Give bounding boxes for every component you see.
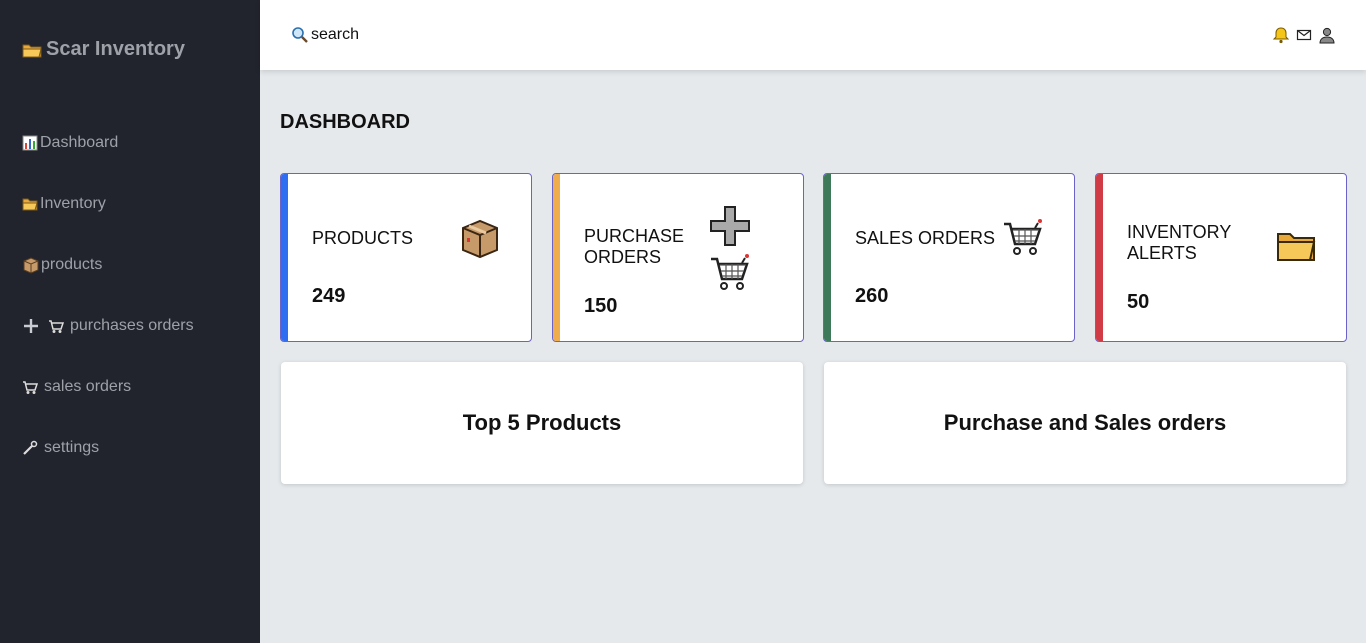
sidebar-item-sales-orders[interactable]: sales orders [22, 378, 131, 396]
bell-icon[interactable] [1272, 26, 1290, 44]
sidebar-item-label: Dashboard [40, 134, 119, 151]
top-products-panel: Top 5 Products [281, 362, 803, 484]
sales-orders-card[interactable]: SALES ORDERS 260 [823, 173, 1075, 342]
top-header: search [260, 0, 1366, 70]
wrench-icon [22, 440, 38, 456]
header-actions [1272, 26, 1336, 44]
card-value: 150 [584, 295, 618, 317]
user-icon[interactable] [1318, 26, 1336, 44]
bar-chart-icon [22, 135, 38, 151]
folder-icon [22, 197, 38, 211]
sidebar-item-settings[interactable]: settings [22, 439, 99, 457]
folder-icon [22, 42, 42, 58]
sidebar-item-label: Inventory [40, 195, 106, 212]
card-accent [281, 174, 288, 341]
search-label: search [311, 26, 360, 43]
cart-icon [22, 379, 38, 395]
card-label: PURCHASE ORDERS [584, 226, 685, 267]
card-accent [824, 174, 831, 341]
sidebar-item-label: purchases orders [70, 317, 194, 334]
mail-icon[interactable] [1296, 28, 1312, 42]
products-card[interactable]: PRODUCTS 249 [280, 173, 532, 342]
inventory-alerts-card[interactable]: INVENTORY ALERTS 50 [1095, 173, 1347, 342]
page-title: DASHBOARD [280, 111, 410, 133]
panel-title: Purchase and Sales orders [943, 410, 1227, 435]
card-label: SALES ORDERS [855, 228, 996, 248]
sidebar-item-inventory[interactable]: Inventory [22, 195, 106, 213]
card-value: 249 [312, 285, 346, 307]
card-label: INVENTORY ALERTS [1127, 222, 1232, 263]
sidebar: Scar Inventory Dashboard Inventory produ… [0, 0, 260, 643]
brand-name: Scar Inventory [46, 38, 185, 60]
plus-icon [709, 205, 751, 252]
package-icon [459, 218, 501, 265]
panel-title: Top 5 Products [462, 410, 622, 435]
cart-icon [1002, 218, 1044, 263]
card-accent [553, 174, 560, 341]
folder-icon [1276, 230, 1316, 267]
search-input[interactable]: search [291, 26, 359, 44]
sidebar-item-label: products [41, 256, 103, 273]
purchase-sales-orders-panel: Purchase and Sales orders [824, 362, 1346, 484]
sidebar-item-label: settings [44, 439, 100, 456]
search-icon [291, 26, 309, 44]
sidebar-item-dashboard[interactable]: Dashboard [22, 134, 118, 152]
card-accent [1096, 174, 1103, 341]
card-value: 260 [855, 285, 889, 307]
plus-cart-icon [22, 317, 64, 335]
purchase-orders-card[interactable]: PURCHASE ORDERS 150 [552, 173, 804, 342]
sidebar-item-products[interactable]: products [22, 256, 102, 274]
brand[interactable]: Scar Inventory [22, 38, 185, 61]
package-icon [22, 256, 39, 274]
card-value: 50 [1127, 291, 1150, 313]
sidebar-item-purchases-orders[interactable]: purchases orders [22, 317, 194, 335]
sidebar-item-label: sales orders [44, 378, 132, 395]
card-label: PRODUCTS [312, 228, 414, 248]
cart-icon [709, 253, 751, 298]
